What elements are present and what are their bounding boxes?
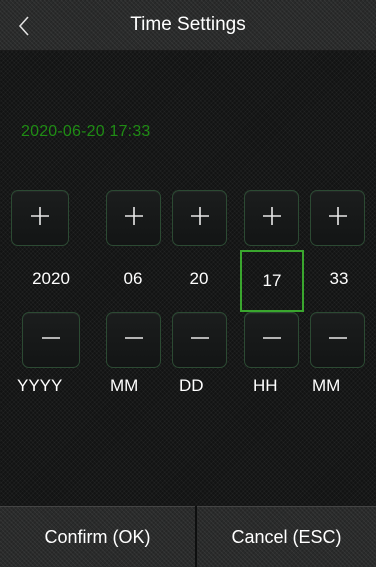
day-unit-label: DD xyxy=(179,376,204,395)
minute-unit-label: MM xyxy=(312,376,341,395)
day-value[interactable]: 20 xyxy=(170,250,228,308)
plus-icon xyxy=(189,205,211,232)
plus-icon xyxy=(327,205,349,232)
month-unit-label: MM xyxy=(110,376,139,395)
year-increment-button[interactable] xyxy=(11,190,69,246)
minus-icon xyxy=(189,327,211,354)
minus-icon xyxy=(123,327,145,354)
hour-value[interactable]: 17 xyxy=(240,250,304,312)
minute-value[interactable]: 33 xyxy=(310,250,368,308)
minute-increment-button[interactable] xyxy=(310,190,365,246)
confirm-button[interactable]: Confirm (OK) xyxy=(0,506,195,567)
cancel-button[interactable]: Cancel (ESC) xyxy=(197,506,376,567)
day-increment-button[interactable] xyxy=(172,190,227,246)
month-value[interactable]: 06 xyxy=(104,250,162,308)
plus-icon xyxy=(123,205,145,232)
minus-icon xyxy=(261,327,283,354)
hour-decrement-button[interactable] xyxy=(244,312,299,368)
day-decrement-button[interactable] xyxy=(172,312,227,368)
hour-unit-label: HH xyxy=(253,376,278,395)
month-increment-button[interactable] xyxy=(106,190,161,246)
current-datetime-display: 2020-06-20 17:33 xyxy=(21,123,151,140)
page-title: Time Settings xyxy=(130,14,246,35)
year-decrement-button[interactable] xyxy=(22,312,80,368)
hour-increment-button[interactable] xyxy=(244,190,299,246)
minus-icon xyxy=(327,327,349,354)
month-decrement-button[interactable] xyxy=(106,312,161,368)
minus-icon xyxy=(40,327,62,354)
plus-icon xyxy=(261,205,283,232)
minute-decrement-button[interactable] xyxy=(310,312,365,368)
year-unit-label: YYYY xyxy=(17,376,63,395)
year-value[interactable]: 2020 xyxy=(11,250,91,308)
time-settings-screen: Time Settings 2020-06-20 17:33 2020 06 2… xyxy=(0,0,376,567)
header-bar: Time Settings xyxy=(0,0,376,51)
plus-icon xyxy=(29,205,51,232)
